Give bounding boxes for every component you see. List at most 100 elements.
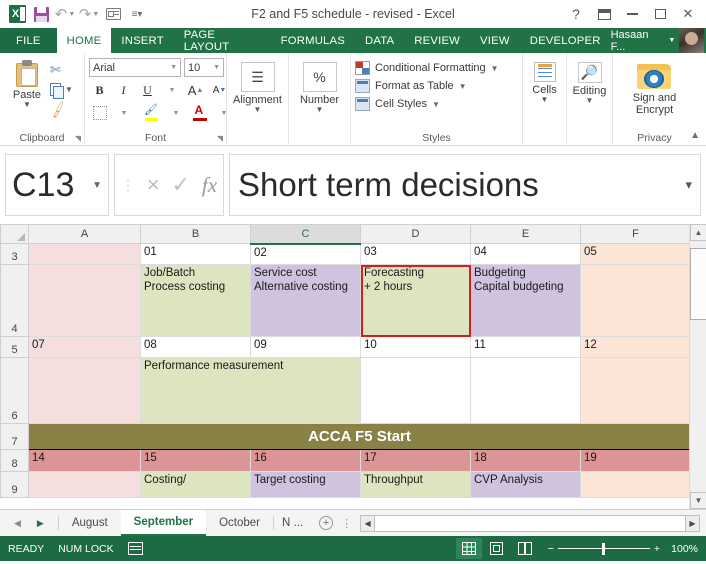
hscroll-left-icon[interactable]: ◀ xyxy=(360,514,376,532)
copy-button[interactable]: ▼ xyxy=(50,81,73,99)
help-button[interactable]: ? xyxy=(562,2,590,26)
cell-b3[interactable]: 01 xyxy=(140,243,251,265)
cell-e5[interactable]: 11 xyxy=(470,336,581,358)
restore-button[interactable] xyxy=(646,2,674,26)
alignment-button[interactable]: ☰ Alignment ▼ xyxy=(231,58,284,114)
sheet-tab-next[interactable]: N ... xyxy=(274,510,311,536)
format-painter-button[interactable]: 🖌 xyxy=(48,99,73,119)
first-sheet-icon[interactable]: ◀ xyxy=(14,518,21,529)
cell-c8[interactable]: 16 xyxy=(250,449,361,472)
cell-d9[interactable]: Throughput xyxy=(360,471,471,498)
column-header-f[interactable]: F xyxy=(580,224,691,244)
user-account[interactable]: Hasaan F... ▼ xyxy=(611,28,706,53)
tab-view[interactable]: VIEW xyxy=(470,28,520,53)
cell-e8[interactable]: 18 xyxy=(470,449,581,472)
clipboard-dialog-launcher[interactable]: ◥ xyxy=(75,134,81,143)
avatar[interactable] xyxy=(679,28,704,53)
cell-d5[interactable]: 10 xyxy=(360,336,471,358)
borders-chevron-down-icon[interactable]: ▼ xyxy=(113,103,134,123)
normal-view-button[interactable] xyxy=(455,538,482,559)
cell-a3[interactable] xyxy=(28,243,141,265)
cell-b4[interactable]: Job/Batch Process costing xyxy=(140,264,251,337)
horizontal-scroll-track[interactable] xyxy=(375,514,685,532)
select-all-corner[interactable] xyxy=(0,224,29,244)
cell-f4[interactable] xyxy=(580,264,691,337)
sign-and-encrypt-button[interactable]: Sign and Encrypt xyxy=(617,58,692,116)
column-header-e[interactable]: E xyxy=(470,224,581,244)
cell-e9[interactable]: CVP Analysis xyxy=(470,471,581,498)
format-as-table-chevron-down-icon[interactable]: ▼ xyxy=(459,82,467,91)
zoom-level[interactable]: 100% xyxy=(664,543,698,555)
tab-insert[interactable]: INSERT xyxy=(111,28,173,53)
cell-b8[interactable]: 15 xyxy=(140,449,251,472)
editing-chevron-down-icon[interactable]: ▼ xyxy=(586,97,594,105)
cell-a4[interactable] xyxy=(28,264,141,337)
underline-chevron-down-icon[interactable]: ▼ xyxy=(161,80,182,100)
increase-font-size-button[interactable]: A ▲ xyxy=(185,80,206,100)
customize-qat-icon[interactable]: ≡▾ xyxy=(126,3,148,25)
cell-c9[interactable]: Target costing xyxy=(250,471,361,498)
enter-button[interactable]: ✓ xyxy=(172,172,190,198)
tab-formulas[interactable]: FORMULAS xyxy=(271,28,355,53)
cell-c5[interactable]: 09 xyxy=(250,336,361,358)
cell-a9[interactable] xyxy=(28,471,141,498)
tab-data[interactable]: DATA xyxy=(355,28,404,53)
cell-d6[interactable] xyxy=(360,357,471,424)
horizontal-scrollbar[interactable]: ◀ ▶ xyxy=(360,514,700,532)
cell-f5[interactable]: 12 xyxy=(580,336,691,358)
cell-a8[interactable]: 14 xyxy=(28,449,141,472)
cell-a6[interactable] xyxy=(28,357,141,424)
column-header-b[interactable]: B xyxy=(140,224,251,244)
scroll-up-icon[interactable]: ▲ xyxy=(690,224,706,241)
cut-button[interactable]: ✄ xyxy=(50,61,73,78)
name-box-chevron-down-icon[interactable]: ▼ xyxy=(92,180,102,191)
row-header-4[interactable]: 4 xyxy=(0,264,29,337)
italic-button[interactable]: I xyxy=(113,80,134,100)
tab-developer[interactable]: DEVELOPER xyxy=(520,28,611,53)
zoom-in-button[interactable]: + xyxy=(654,543,660,555)
next-sheet-icon[interactable]: ▶ xyxy=(37,518,44,529)
tab-review[interactable]: REVIEW xyxy=(404,28,470,53)
row-header-5[interactable]: 5 xyxy=(0,336,29,358)
record-macro-icon[interactable] xyxy=(127,542,143,555)
row-header-9[interactable]: 9 xyxy=(0,471,29,498)
font-name-input[interactable]: Arial ▼ xyxy=(89,58,181,77)
row-header-6[interactable]: 6 xyxy=(0,357,29,424)
cancel-button[interactable]: × xyxy=(147,172,160,198)
scroll-down-icon[interactable]: ▼ xyxy=(690,492,706,509)
tab-page-layout[interactable]: PAGE LAYOUT xyxy=(174,28,271,53)
close-button[interactable]: ✕ xyxy=(674,2,702,26)
cell-a7-banner[interactable]: ACCA F5 Start xyxy=(28,423,691,450)
touch-mode-icon[interactable] xyxy=(102,3,124,25)
column-header-d[interactable]: D xyxy=(360,224,471,244)
minimize-button[interactable] xyxy=(618,2,646,26)
paste-button[interactable]: Paste ▼ xyxy=(4,58,50,109)
zoom-slider[interactable] xyxy=(557,542,650,555)
row-header-8[interactable]: 8 xyxy=(0,449,29,472)
sheet-tab-september[interactable]: September xyxy=(120,510,207,536)
font-name-chevron-down-icon[interactable]: ▼ xyxy=(170,64,177,71)
copy-chevron-down-icon[interactable]: ▼ xyxy=(65,86,73,94)
cell-f9[interactable] xyxy=(580,471,691,498)
borders-button[interactable] xyxy=(89,103,110,123)
user-chevron-down-icon[interactable]: ▼ xyxy=(668,37,675,44)
number-button[interactable]: % Number ▼ xyxy=(293,58,346,114)
cell-styles-chevron-down-icon[interactable]: ▼ xyxy=(432,100,440,109)
font-size-chevron-down-icon[interactable]: ▼ xyxy=(213,64,220,71)
bold-button[interactable]: B xyxy=(89,80,110,100)
fill-color-button[interactable] xyxy=(141,103,162,123)
cell-d8[interactable]: 17 xyxy=(360,449,471,472)
excel-logo-icon[interactable] xyxy=(6,3,28,25)
cell-f8[interactable]: 19 xyxy=(580,449,691,472)
insert-function-button[interactable]: fx xyxy=(202,173,217,198)
cell-e6[interactable] xyxy=(470,357,581,424)
zoom-out-button[interactable]: − xyxy=(548,543,554,555)
zoom-control[interactable]: − + 100% xyxy=(548,543,698,555)
cell-a5[interactable]: 07 xyxy=(28,336,141,358)
conditional-formatting-chevron-down-icon[interactable]: ▼ xyxy=(491,64,499,73)
row-header-3[interactable]: 3 xyxy=(0,243,29,265)
cell-b9[interactable]: Costing/ xyxy=(140,471,251,498)
paste-chevron-down-icon[interactable]: ▼ xyxy=(23,101,31,109)
undo-icon[interactable]: ↶ ▼ xyxy=(54,3,76,25)
sheet-tab-menu-icon[interactable]: ⋮ xyxy=(341,517,352,530)
